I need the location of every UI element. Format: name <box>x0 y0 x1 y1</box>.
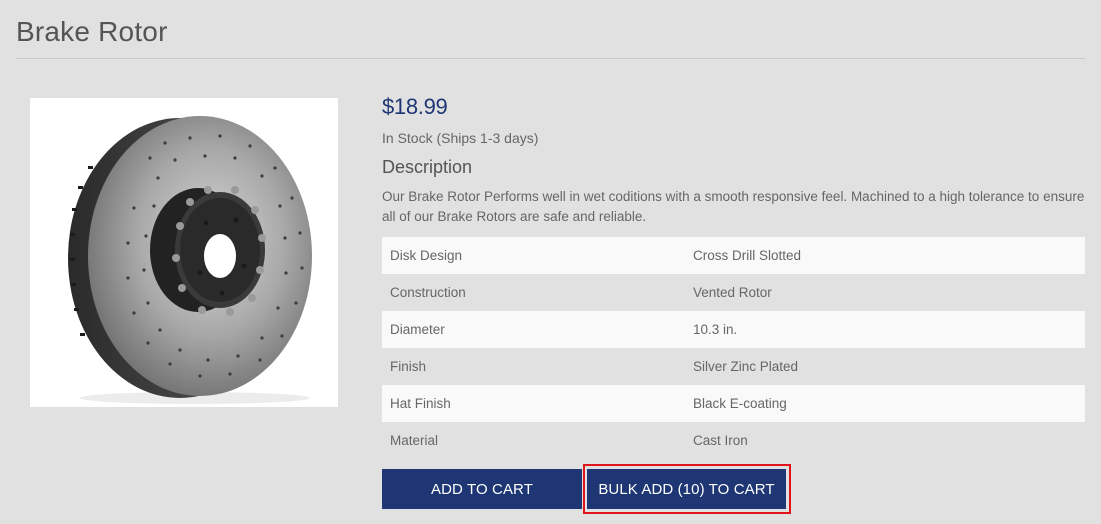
spec-value: Cross Drill Slotted <box>685 237 1085 274</box>
table-row: Hat Finish Black E-coating <box>382 385 1085 422</box>
spec-label: Construction <box>382 274 685 311</box>
table-row: Material Cast Iron <box>382 422 1085 459</box>
spec-label: Material <box>382 422 685 459</box>
spec-table: Disk Design Cross Drill Slotted Construc… <box>382 237 1085 459</box>
stock-status: In Stock (Ships 1-3 days) <box>382 130 539 146</box>
product-price: $18.99 <box>382 94 448 119</box>
spec-value: Vented Rotor <box>685 274 1085 311</box>
spec-label: Hat Finish <box>382 385 685 422</box>
title-divider <box>16 58 1085 59</box>
spec-label: Disk Design <box>382 237 685 274</box>
page-title: Brake Rotor <box>16 16 168 47</box>
table-row: Diameter 10.3 in. <box>382 311 1085 348</box>
spec-value: Silver Zinc Plated <box>685 348 1085 385</box>
spec-value: Black E-coating <box>685 385 1085 422</box>
bulk-add-to-cart-button[interactable]: BULK ADD (10) TO CART <box>587 469 786 509</box>
description-text: Our Brake Rotor Performs well in wet cod… <box>382 189 1085 224</box>
add-to-cart-button[interactable]: ADD TO CART <box>382 469 582 509</box>
spec-value: Cast Iron <box>685 422 1085 459</box>
description-heading: Description <box>382 157 473 177</box>
product-image <box>30 98 338 407</box>
spec-label: Finish <box>382 348 685 385</box>
table-row: Disk Design Cross Drill Slotted <box>382 237 1085 274</box>
table-row: Construction Vented Rotor <box>382 274 1085 311</box>
brake-rotor-image <box>68 116 312 404</box>
table-row: Finish Silver Zinc Plated <box>382 348 1085 385</box>
spec-label: Diameter <box>382 311 685 348</box>
spec-value: 10.3 in. <box>685 311 1085 348</box>
